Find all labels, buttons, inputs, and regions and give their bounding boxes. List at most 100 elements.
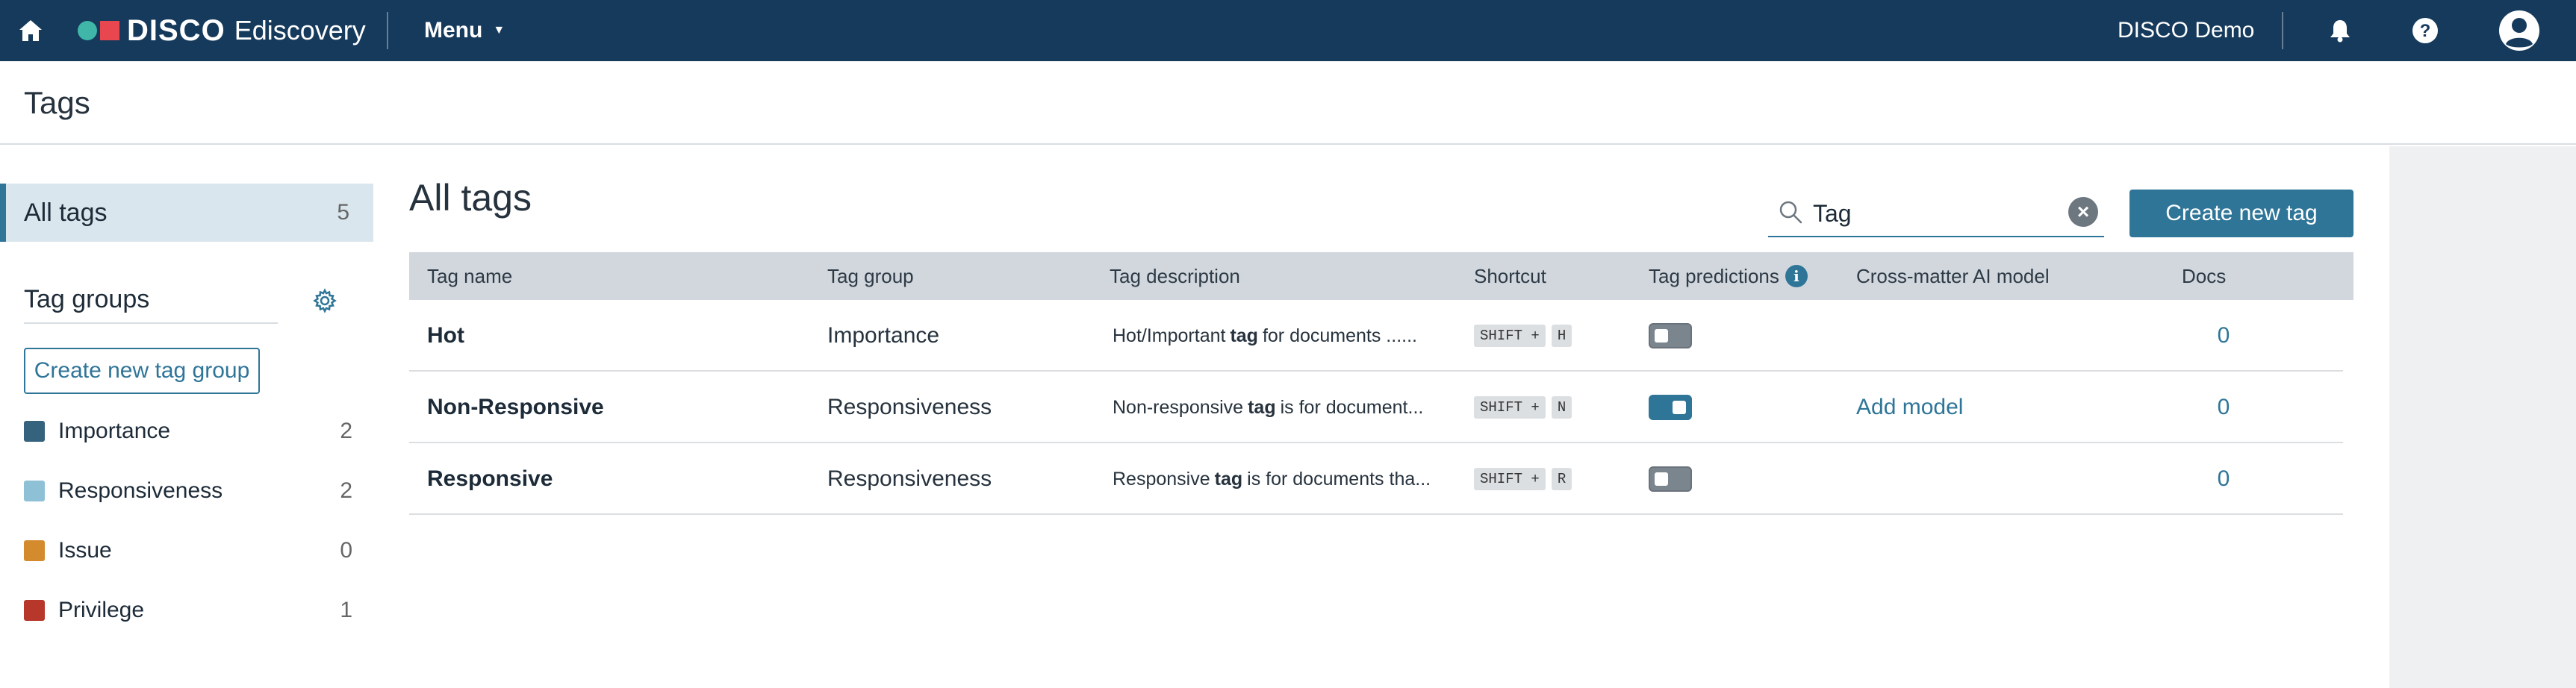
group-name: Responsiveness xyxy=(58,478,223,503)
tag-description: Hot/Important tag for documents ...... xyxy=(1113,300,1434,372)
help-button[interactable]: ? xyxy=(2410,0,2440,61)
desc-text: for documents ...... xyxy=(1262,325,1417,346)
toggle-knob xyxy=(1655,329,1668,343)
chevron-down-icon: ▼ xyxy=(493,24,505,37)
tag-name[interactable]: Hot xyxy=(427,300,464,372)
all-tags-count: 5 xyxy=(337,200,349,225)
column-header-tag-description[interactable]: Tag description xyxy=(1110,252,1240,300)
user-menu-button[interactable] xyxy=(2497,0,2542,61)
group-color-swatch xyxy=(24,600,45,621)
tag-predictions-label: Tag predictions xyxy=(1649,264,1779,287)
tag-prediction-toggle[interactable] xyxy=(1649,395,1692,420)
tag-description: Non-responsive tag is for document... xyxy=(1113,372,1434,443)
search-icon xyxy=(1779,201,1802,224)
sidebar-item-issue[interactable]: Issue 0 xyxy=(24,536,352,566)
right-rail xyxy=(2389,146,2576,688)
desc-highlight: tag xyxy=(1214,468,1243,490)
shortcut-modifier: SHIFT + xyxy=(1474,468,1546,490)
sidebar-item-responsiveness[interactable]: Responsiveness 2 xyxy=(24,476,352,506)
docs-count-link[interactable]: 0 xyxy=(2209,300,2239,372)
desc-text: Hot/Important xyxy=(1113,325,1226,346)
column-header-shortcut[interactable]: Shortcut xyxy=(1474,252,1546,300)
shortcut-key: H xyxy=(1551,325,1572,347)
help-icon: ? xyxy=(2412,18,2438,43)
column-header-tag-name[interactable]: Tag name xyxy=(427,252,512,300)
tag-search: × xyxy=(1768,188,2104,237)
desc-text: is for document... xyxy=(1280,396,1424,418)
disco-logo[interactable]: DISCO Ediscovery xyxy=(78,12,366,49)
tag-description: Responsive tag is for documents tha... xyxy=(1113,443,1434,515)
tag-prediction-toggle[interactable] xyxy=(1649,323,1692,348)
clear-search-button[interactable]: × xyxy=(2068,197,2098,227)
group-count: 1 xyxy=(340,598,352,622)
logo-square-icon xyxy=(100,21,119,40)
column-header-docs[interactable]: Docs xyxy=(2182,252,2226,300)
section-heading: All tags xyxy=(409,177,532,219)
group-name: Issue xyxy=(58,538,112,563)
add-model-link[interactable]: Add model xyxy=(1856,372,1963,443)
sidebar-item-importance[interactable]: Importance 2 xyxy=(24,416,352,446)
tag-group: Responsiveness xyxy=(827,395,992,419)
tag-groups-title: Tag groups xyxy=(24,285,150,313)
topbar-divider xyxy=(2282,12,2283,49)
bell-icon xyxy=(2330,20,2350,43)
home-button[interactable] xyxy=(0,0,61,61)
all-tags-label: All tags xyxy=(24,198,108,227)
group-color-swatch xyxy=(24,421,45,442)
table-row[interactable]: Responsive Responsiveness Responsive tag i… xyxy=(409,443,2343,515)
sidebar-item-privilege[interactable]: Privilege 1 xyxy=(24,595,352,625)
notifications-button[interactable] xyxy=(2325,0,2355,61)
desc-highlight: tag xyxy=(1230,325,1258,346)
tag-groups-settings-button[interactable] xyxy=(312,288,337,313)
group-name: Privilege xyxy=(58,598,145,622)
topbar-divider xyxy=(387,12,388,49)
table-row[interactable]: Non-Responsive Responsiveness Non-respon… xyxy=(409,372,2343,443)
sidebar-item-all-tags[interactable]: All tags 5 xyxy=(0,184,373,242)
tag-name[interactable]: Responsive xyxy=(427,443,553,515)
group-count: 0 xyxy=(340,538,352,563)
table-header: Tag name Tag group Tag description Short… xyxy=(409,252,2353,300)
group-color-swatch xyxy=(24,540,45,561)
search-input[interactable] xyxy=(1813,197,2052,230)
gear-icon xyxy=(313,288,337,313)
close-icon: × xyxy=(2076,200,2090,223)
shortcut-modifier: SHIFT + xyxy=(1474,325,1546,347)
shortcut: SHIFT + R xyxy=(1474,443,1578,515)
shortcut-key: N xyxy=(1551,396,1572,419)
user-avatar-icon xyxy=(2499,10,2539,51)
tag-prediction-toggle[interactable] xyxy=(1649,466,1692,492)
shortcut: SHIFT + N xyxy=(1474,372,1578,443)
info-icon[interactable]: i xyxy=(1785,265,1808,287)
page-title: Tags xyxy=(24,85,90,120)
column-header-cross-matter-ai-model[interactable]: Cross-matter AI model xyxy=(1856,252,2050,300)
create-tag-group-button[interactable]: Create new tag group xyxy=(24,348,260,394)
page-header: Tags xyxy=(0,61,2576,145)
prediction-cell xyxy=(1649,372,1692,443)
menu-label: Menu xyxy=(424,18,483,43)
docs-count-link[interactable]: 0 xyxy=(2209,372,2239,443)
desc-text: Responsive xyxy=(1113,468,1210,490)
group-count: 2 xyxy=(340,478,352,503)
group-name: Importance xyxy=(58,419,171,443)
docs-count-link[interactable]: 0 xyxy=(2209,443,2239,515)
home-icon xyxy=(19,20,42,41)
table-row[interactable]: Hot Importance Hot/Important tag for docum… xyxy=(409,300,2343,372)
create-new-tag-button[interactable]: Create new tag xyxy=(2129,190,2353,237)
shortcut-key: R xyxy=(1551,468,1572,490)
divider xyxy=(24,322,278,324)
prediction-cell xyxy=(1649,443,1692,515)
group-count: 2 xyxy=(340,419,352,443)
svg-text:?: ? xyxy=(2420,21,2431,41)
account-name[interactable]: DISCO Demo xyxy=(2118,0,2254,61)
group-color-swatch xyxy=(24,481,45,501)
shortcut-modifier: SHIFT + xyxy=(1474,396,1546,419)
desc-text: is for documents tha... xyxy=(1247,468,1431,490)
column-header-tag-predictions[interactable]: Tag predictions i xyxy=(1649,252,1808,300)
menu-dropdown[interactable]: Menu ▼ xyxy=(424,0,505,61)
desc-highlight: tag xyxy=(1248,396,1276,418)
brand-name: DISCO xyxy=(127,13,225,47)
desc-text: Non-responsive xyxy=(1113,396,1244,418)
tag-name[interactable]: Non-Responsive xyxy=(427,372,604,443)
logo-dot-icon xyxy=(78,21,97,40)
column-header-tag-group[interactable]: Tag group xyxy=(827,252,914,300)
